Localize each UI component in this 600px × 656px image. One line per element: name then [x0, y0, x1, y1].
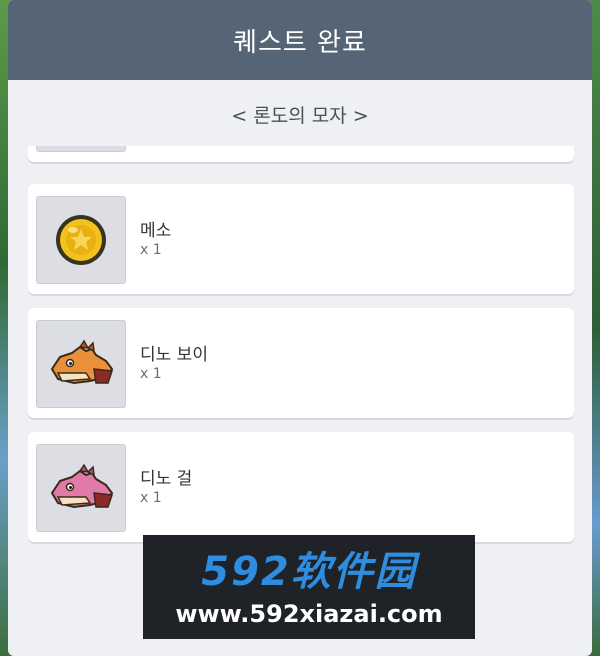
dialog-header: 퀘스트 완료: [8, 0, 592, 80]
reward-item[interactable]: 디노 보이 x 1: [28, 308, 574, 418]
reward-name: 디노 걸: [140, 469, 193, 489]
watermark-overlay: 592软件园 www.592xiazai.com: [143, 535, 475, 639]
watermark-logo: 592软件园: [201, 549, 417, 595]
reward-name: 메소: [140, 221, 172, 241]
dialog-title: 퀘스트 완료: [233, 27, 367, 58]
reward-thumb: [36, 444, 126, 532]
reward-item[interactable]: 디노 걸 x 1: [28, 432, 574, 542]
quest-name: < 론도의 모자 >: [231, 104, 369, 127]
meso-coin-icon: [56, 215, 106, 265]
reward-thumb: [36, 196, 126, 284]
reward-quantity: x 1: [140, 242, 162, 258]
reward-item[interactable]: 메소 x 1: [28, 184, 574, 294]
reward-name: 디노 보이: [140, 345, 208, 365]
reward-thumb: [36, 320, 126, 408]
reward-item[interactable]: [28, 146, 574, 162]
reward-thumb: [36, 146, 126, 152]
reward-quantity: x 1: [140, 490, 162, 506]
watermark-url: www.592xiazai.com: [175, 600, 443, 628]
dino-boy-icon: [50, 339, 114, 385]
reward-list[interactable]: 메소 x 1 디노 보이 x 1 디노 걸 x 1: [28, 146, 574, 556]
dino-girl-icon: [50, 463, 114, 509]
reward-quantity: x 1: [140, 366, 162, 382]
